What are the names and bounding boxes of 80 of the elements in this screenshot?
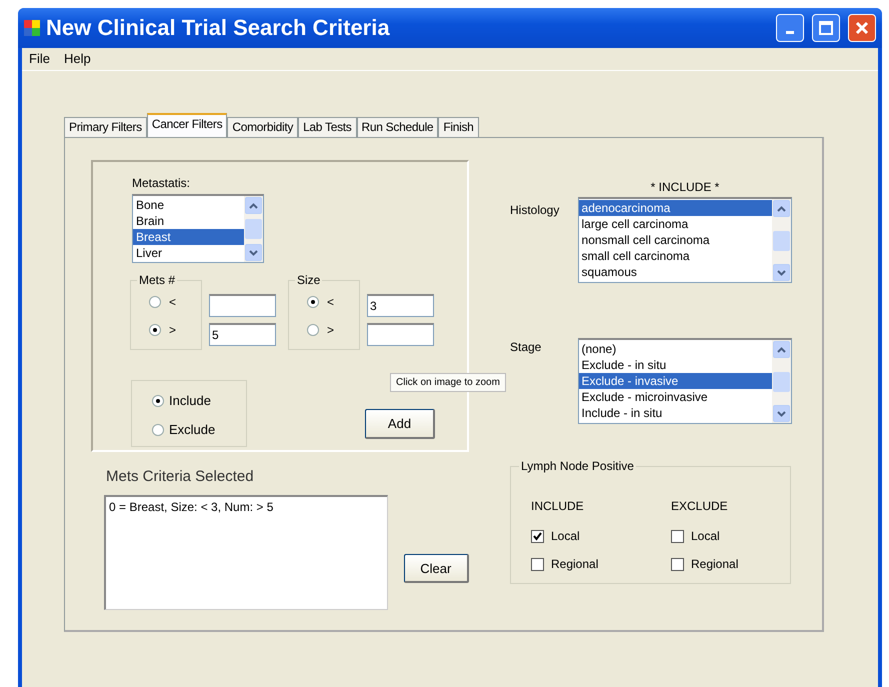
add-button[interactable]: Add — [365, 409, 435, 439]
minimize-button[interactable] — [776, 14, 804, 42]
minimize-icon — [786, 31, 794, 34]
list-item[interactable]: large cell carcinoma — [578, 216, 772, 232]
tab[interactable]: Comorbidity — [227, 117, 298, 137]
list-item[interactable]: (none) — [578, 341, 772, 357]
tab[interactable]: Run Schedule — [356, 117, 438, 137]
section-label: Mets Criteria Selected — [106, 468, 255, 485]
scroll-up-button[interactable] — [773, 200, 790, 217]
chevron-up-icon — [777, 346, 786, 352]
scrollbar[interactable] — [244, 196, 263, 262]
menu-item[interactable]: Help — [58, 51, 96, 67]
radio-button[interactable]: > — [307, 323, 359, 337]
chevron-down-icon — [777, 270, 786, 276]
number-field[interactable]: 3 — [367, 294, 434, 317]
list-item[interactable]: Liver — [133, 245, 244, 261]
tab[interactable]: Primary Filters — [64, 117, 147, 137]
scroll-up-button[interactable] — [773, 341, 790, 358]
list-box[interactable]: (none) Exclude - in situ Exclude - invasive Exclude - microinvasive Include - in situ — [578, 338, 792, 424]
radio-button[interactable]: > — [149, 323, 201, 337]
list-item[interactable]: Breast — [133, 229, 244, 245]
radio-button[interactable]: Include — [152, 393, 246, 408]
scroll-thumb[interactable] — [245, 219, 262, 239]
scroll-down-button[interactable] — [773, 264, 790, 281]
radio-button[interactable]: < — [149, 295, 201, 309]
scroll-thumb[interactable] — [773, 372, 790, 392]
list-item[interactable]: 0 = Breast, Size: < 3, Num: > 5 — [109, 500, 384, 514]
list-item[interactable]: Exclude - invasive — [578, 373, 772, 389]
chevron-up-icon — [249, 202, 258, 208]
tab[interactable]: Lab Tests — [298, 117, 357, 137]
maximize-icon — [819, 21, 833, 35]
list-box[interactable]: adenocarcinoma large cell carcinoma nonsmall cell carcinoma small cell carcinoma squamous — [578, 197, 792, 283]
tab[interactable]: Cancer Filters — [146, 113, 228, 138]
radio-button[interactable]: Exclude — [152, 422, 246, 437]
maximize-button[interactable] — [812, 14, 840, 42]
field-label: Histology — [510, 203, 560, 217]
number-field[interactable]: 5 — [209, 323, 276, 346]
app-icon — [24, 20, 40, 36]
criteria-list[interactable]: 0 = Breast, Size: < 3, Num: > 5 — [104, 495, 388, 610]
group-title: Lymph Node Positive — [519, 459, 636, 473]
chevron-down-icon — [777, 410, 786, 416]
menu-item[interactable]: File — [24, 51, 55, 67]
radio-button[interactable]: < — [307, 295, 359, 309]
window-title: New Clinical Trial Search Criteria — [46, 15, 391, 41]
checkbox[interactable]: Local — [531, 529, 613, 543]
scroll-down-button[interactable] — [245, 244, 262, 261]
list-box[interactable]: Bone Brain Breast Liver — [132, 194, 264, 263]
list-item[interactable]: Exclude - in situ — [578, 357, 772, 373]
scrollbar[interactable] — [772, 199, 791, 282]
clear-button[interactable]: Clear — [404, 554, 469, 583]
field-label: Stage — [510, 340, 542, 354]
chevron-up-icon — [777, 206, 786, 212]
list-item[interactable]: small cell carcinoma — [578, 248, 772, 264]
list-item[interactable]: Include - in situ — [578, 405, 772, 421]
tab[interactable]: Finish — [438, 117, 479, 137]
scroll-thumb[interactable] — [773, 230, 790, 250]
column-header: * INCLUDE * — [650, 180, 720, 194]
scroll-up-button[interactable] — [245, 197, 262, 214]
column-header: EXCLUDE — [671, 499, 729, 513]
list-item[interactable]: nonsmall cell carcinoma — [578, 232, 772, 248]
checkbox[interactable]: Local — [671, 529, 753, 543]
close-button[interactable] — [848, 14, 876, 42]
list-item[interactable]: Exclude - microinvasive — [578, 389, 772, 405]
group-title: Size — [295, 273, 322, 287]
checkbox[interactable]: Regional — [531, 557, 613, 571]
checkbox[interactable]: Regional — [671, 557, 753, 571]
tooltip: Click on image to zoom — [390, 373, 506, 392]
group-title: Mets # — [137, 273, 178, 287]
scrollbar[interactable] — [772, 340, 791, 423]
field-label: Metastatis: — [132, 176, 192, 190]
chevron-down-icon — [249, 250, 258, 256]
list-item[interactable]: squamous — [578, 264, 772, 280]
column-header: INCLUDE — [531, 499, 585, 513]
close-icon — [855, 21, 869, 35]
list-item[interactable]: adenocarcinoma — [578, 200, 772, 216]
number-field[interactable] — [367, 323, 434, 346]
number-field[interactable] — [209, 294, 276, 317]
list-item[interactable]: Brain — [133, 213, 244, 229]
list-item[interactable]: Bone — [133, 197, 244, 213]
scroll-down-button[interactable] — [773, 405, 790, 422]
